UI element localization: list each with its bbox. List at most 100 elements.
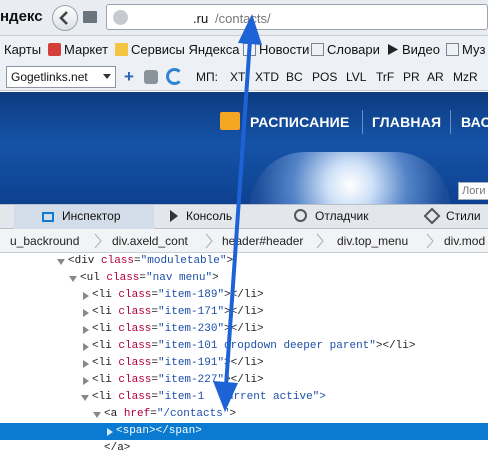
tree-node[interactable]: <li class="item-1 current active"> <box>0 389 488 406</box>
menu-schedule[interactable]: РАСПИСАНИЕ <box>250 114 350 130</box>
mp-label: МП: <box>196 70 218 84</box>
globe-icon <box>113 10 128 25</box>
banner-globe-image <box>250 152 450 204</box>
bookmark-video[interactable]: Видео <box>386 42 440 57</box>
tab-label: Отладчик <box>315 209 369 223</box>
music-icon <box>446 43 459 56</box>
menu-home[interactable]: ГЛАВНАЯ <box>372 114 441 130</box>
ext-item-xt[interactable]: XT <box>230 70 245 84</box>
debugger-icon <box>294 209 307 222</box>
video-icon <box>386 43 399 56</box>
bookmark-yandex-services[interactable]: Сервисы Яндекса <box>115 42 239 57</box>
tools-icon[interactable] <box>144 70 158 84</box>
seo-extension-toolbar: Gogetlinks.net + МП: XT XTD BC POS LVL T… <box>0 64 488 91</box>
url-path: /contacts/ <box>215 11 271 26</box>
site-select-value: Gogetlinks.net <box>11 70 88 84</box>
breadcrumb-item[interactable]: header#header <box>222 234 303 248</box>
bookmark-news[interactable]: Новости <box>243 42 309 57</box>
ext-item-ar[interactable]: AR <box>427 70 444 84</box>
breadcrumb-separator-icon <box>426 233 434 249</box>
inspector-icon <box>42 212 54 222</box>
menu-divider <box>362 110 363 134</box>
twisty-closed-icon[interactable] <box>83 326 89 334</box>
calendar-icon <box>220 112 240 130</box>
menu-you[interactable]: ВАС <box>461 114 488 130</box>
breadcrumb: u_backround div.axeld_cont header#header… <box>0 229 488 253</box>
news-icon <box>243 43 256 56</box>
style-editor-icon <box>423 207 441 225</box>
bookmark-label: Маркет <box>64 42 109 57</box>
browser-brand: ндекс <box>0 8 43 25</box>
tab-inspector[interactable]: Инспектор <box>14 205 154 229</box>
ext-item-bc[interactable]: BC <box>286 70 303 84</box>
ext-item-mzr[interactable]: MzR <box>453 70 478 84</box>
tab-label: Консоль <box>186 209 233 223</box>
bookmark-label: Сервисы Яндекса <box>131 42 240 57</box>
dictionary-icon <box>311 43 324 56</box>
tab-label: Инспектор <box>62 209 121 223</box>
tree-node[interactable]: <a href="/contacts"> <box>0 406 488 423</box>
tree-node[interactable]: <li class="item-230"></li> <box>0 321 488 338</box>
bookmark-dictionaries[interactable]: Словари <box>311 42 380 57</box>
url-bar[interactable]: .ru /contacts/ <box>106 4 488 30</box>
folder-icon <box>115 43 128 56</box>
breadcrumb-item[interactable]: u_backround <box>10 234 79 248</box>
twisty-closed-icon[interactable] <box>83 377 89 385</box>
yandex-market-icon <box>48 43 61 56</box>
refresh-icon[interactable] <box>166 68 183 85</box>
twisty-closed-icon[interactable] <box>83 360 89 368</box>
breadcrumb-separator-icon <box>94 233 102 249</box>
twisty-closed-icon[interactable] <box>83 309 89 317</box>
twisty-open-icon[interactable] <box>81 395 89 401</box>
breadcrumb-separator-icon <box>205 233 213 249</box>
console-icon <box>170 210 178 222</box>
chevron-down-icon <box>103 74 111 79</box>
breadcrumb-separator-icon <box>316 233 324 249</box>
twisty-open-icon[interactable] <box>93 412 101 418</box>
breadcrumb-item[interactable]: div.mod <box>444 234 485 248</box>
tree-node[interactable]: <li class="item-227"></li> <box>0 372 488 389</box>
twisty-closed-icon[interactable] <box>83 292 89 300</box>
bookmark-music[interactable]: Муз <box>446 42 485 57</box>
twisty-open-icon[interactable] <box>57 259 65 265</box>
tree-node[interactable]: <div class="moduletable"> <box>0 253 488 270</box>
bookmark-label: Видео <box>402 42 440 57</box>
twisty-open-icon[interactable] <box>69 276 77 282</box>
bookmark-label: Карты <box>4 42 42 57</box>
bookmark-maps[interactable]: Карты <box>4 42 41 57</box>
ext-item-trf[interactable]: TrF <box>376 70 394 84</box>
reader-view-icon[interactable] <box>83 11 97 23</box>
twisty-closed-icon[interactable] <box>107 428 113 436</box>
breadcrumb-item[interactable]: div.top_menu <box>337 234 408 248</box>
menu-divider <box>450 110 451 134</box>
markup-tree: <div class="moduletable"> <ul class="nav… <box>0 253 488 454</box>
bookmark-market[interactable]: Маркет <box>48 42 108 57</box>
back-button[interactable] <box>52 5 78 31</box>
url-host: .ru <box>193 11 209 26</box>
devtools-tabs: Инспектор Консоль Отладчик Стили <box>0 204 488 229</box>
bookmark-label: Новости <box>259 42 310 57</box>
tree-node[interactable]: <li class="item-191"></li> <box>0 355 488 372</box>
breadcrumb-item[interactable]: div.axeld_cont <box>112 234 188 248</box>
twisty-closed-icon[interactable] <box>83 343 89 351</box>
tab-console[interactable]: Консоль <box>170 205 280 229</box>
tree-node[interactable]: <li class="item-171"></li> <box>0 304 488 321</box>
login-input[interactable]: Логи <box>458 182 488 200</box>
tree-node[interactable]: <li class="item-189"></li> <box>0 287 488 304</box>
site-select[interactable]: Gogetlinks.net <box>6 66 116 88</box>
ext-item-xtd[interactable]: XTD <box>255 70 279 84</box>
ext-item-lvl[interactable]: LVL <box>346 70 366 84</box>
tree-node[interactable]: </a> <box>0 440 488 457</box>
tab-styles[interactable]: Стили <box>423 205 488 229</box>
back-arrow-icon <box>59 11 68 25</box>
tree-node-selected[interactable]: <span></span> <box>0 423 488 440</box>
ext-item-pr[interactable]: PR <box>403 70 420 84</box>
tree-node[interactable]: <ul class="nav menu"> <box>0 270 488 287</box>
tree-node[interactable]: <li class="item-101 dropdown deeper pare… <box>0 338 488 355</box>
ext-item-pos[interactable]: POS <box>312 70 337 84</box>
tab-label: Стили <box>446 209 481 223</box>
bookmark-label: Словари <box>327 42 380 57</box>
add-icon[interactable]: + <box>124 67 134 87</box>
website-viewport: РАСПИСАНИЕ ГЛАВНАЯ ВАС Логи <box>0 92 488 204</box>
tab-debugger[interactable]: Отладчик <box>294 205 404 229</box>
